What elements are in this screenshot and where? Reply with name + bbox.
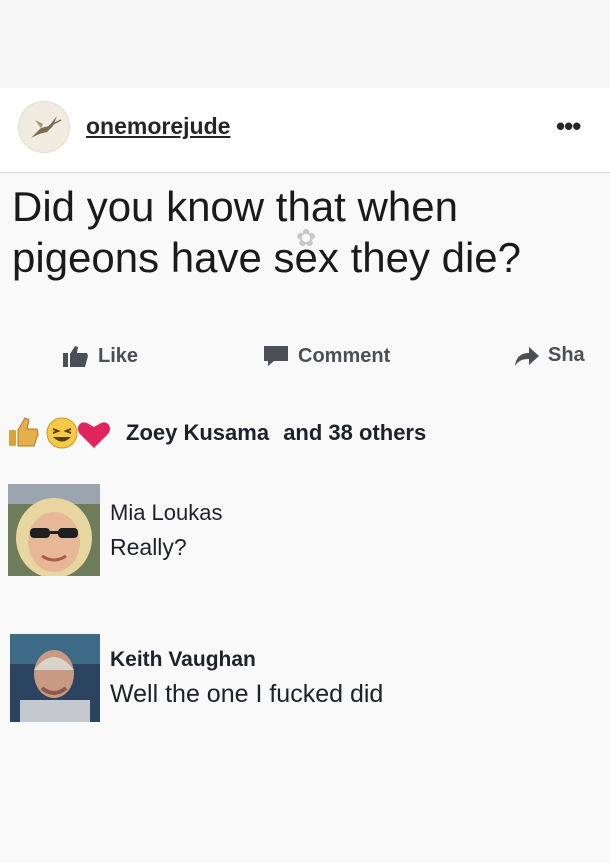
reaction-others[interactable]: and 38 others — [283, 420, 426, 445]
share-button[interactable]: Sha — [514, 344, 585, 367]
older-man-photo — [10, 634, 100, 722]
love-reaction-icon — [77, 422, 111, 448]
more-options-icon[interactable]: ••• — [556, 111, 581, 142]
account-avatar[interactable] — [18, 101, 70, 153]
woman-sunglasses-photo — [8, 484, 100, 576]
thumbs-up-icon — [63, 346, 88, 367]
like-button[interactable]: Like — [62, 344, 138, 368]
reaction-names[interactable]: Zoey Kusama — [126, 420, 269, 445]
reaction-icons[interactable] — [6, 412, 116, 452]
comment-button[interactable]: Comment — [262, 344, 390, 368]
hummingbird-icon — [31, 116, 62, 138]
account-username[interactable]: onemorejude — [86, 113, 230, 140]
reaction-summary[interactable]: Zoey Kusama and 38 others — [126, 420, 426, 446]
comment-author[interactable]: Mia Loukas — [110, 500, 223, 526]
like-label: Like — [98, 344, 139, 367]
commenter-avatar[interactable] — [8, 484, 100, 576]
comment-author[interactable]: Keith Vaughan — [110, 648, 256, 672]
commenter-avatar[interactable] — [10, 634, 100, 722]
comment-text: Really? — [110, 534, 187, 560]
share-arrow-icon — [515, 346, 539, 366]
comment-bubble-icon — [264, 346, 288, 366]
top-band — [0, 0, 610, 88]
comment-text: Well the one I fucked did — [110, 680, 384, 708]
like-reaction-icon — [9, 417, 39, 447]
watermark-icon: ✿ — [296, 225, 317, 252]
haha-reaction-icon — [46, 417, 78, 449]
share-label: Sha — [548, 344, 585, 366]
comment-label: Comment — [298, 344, 391, 367]
